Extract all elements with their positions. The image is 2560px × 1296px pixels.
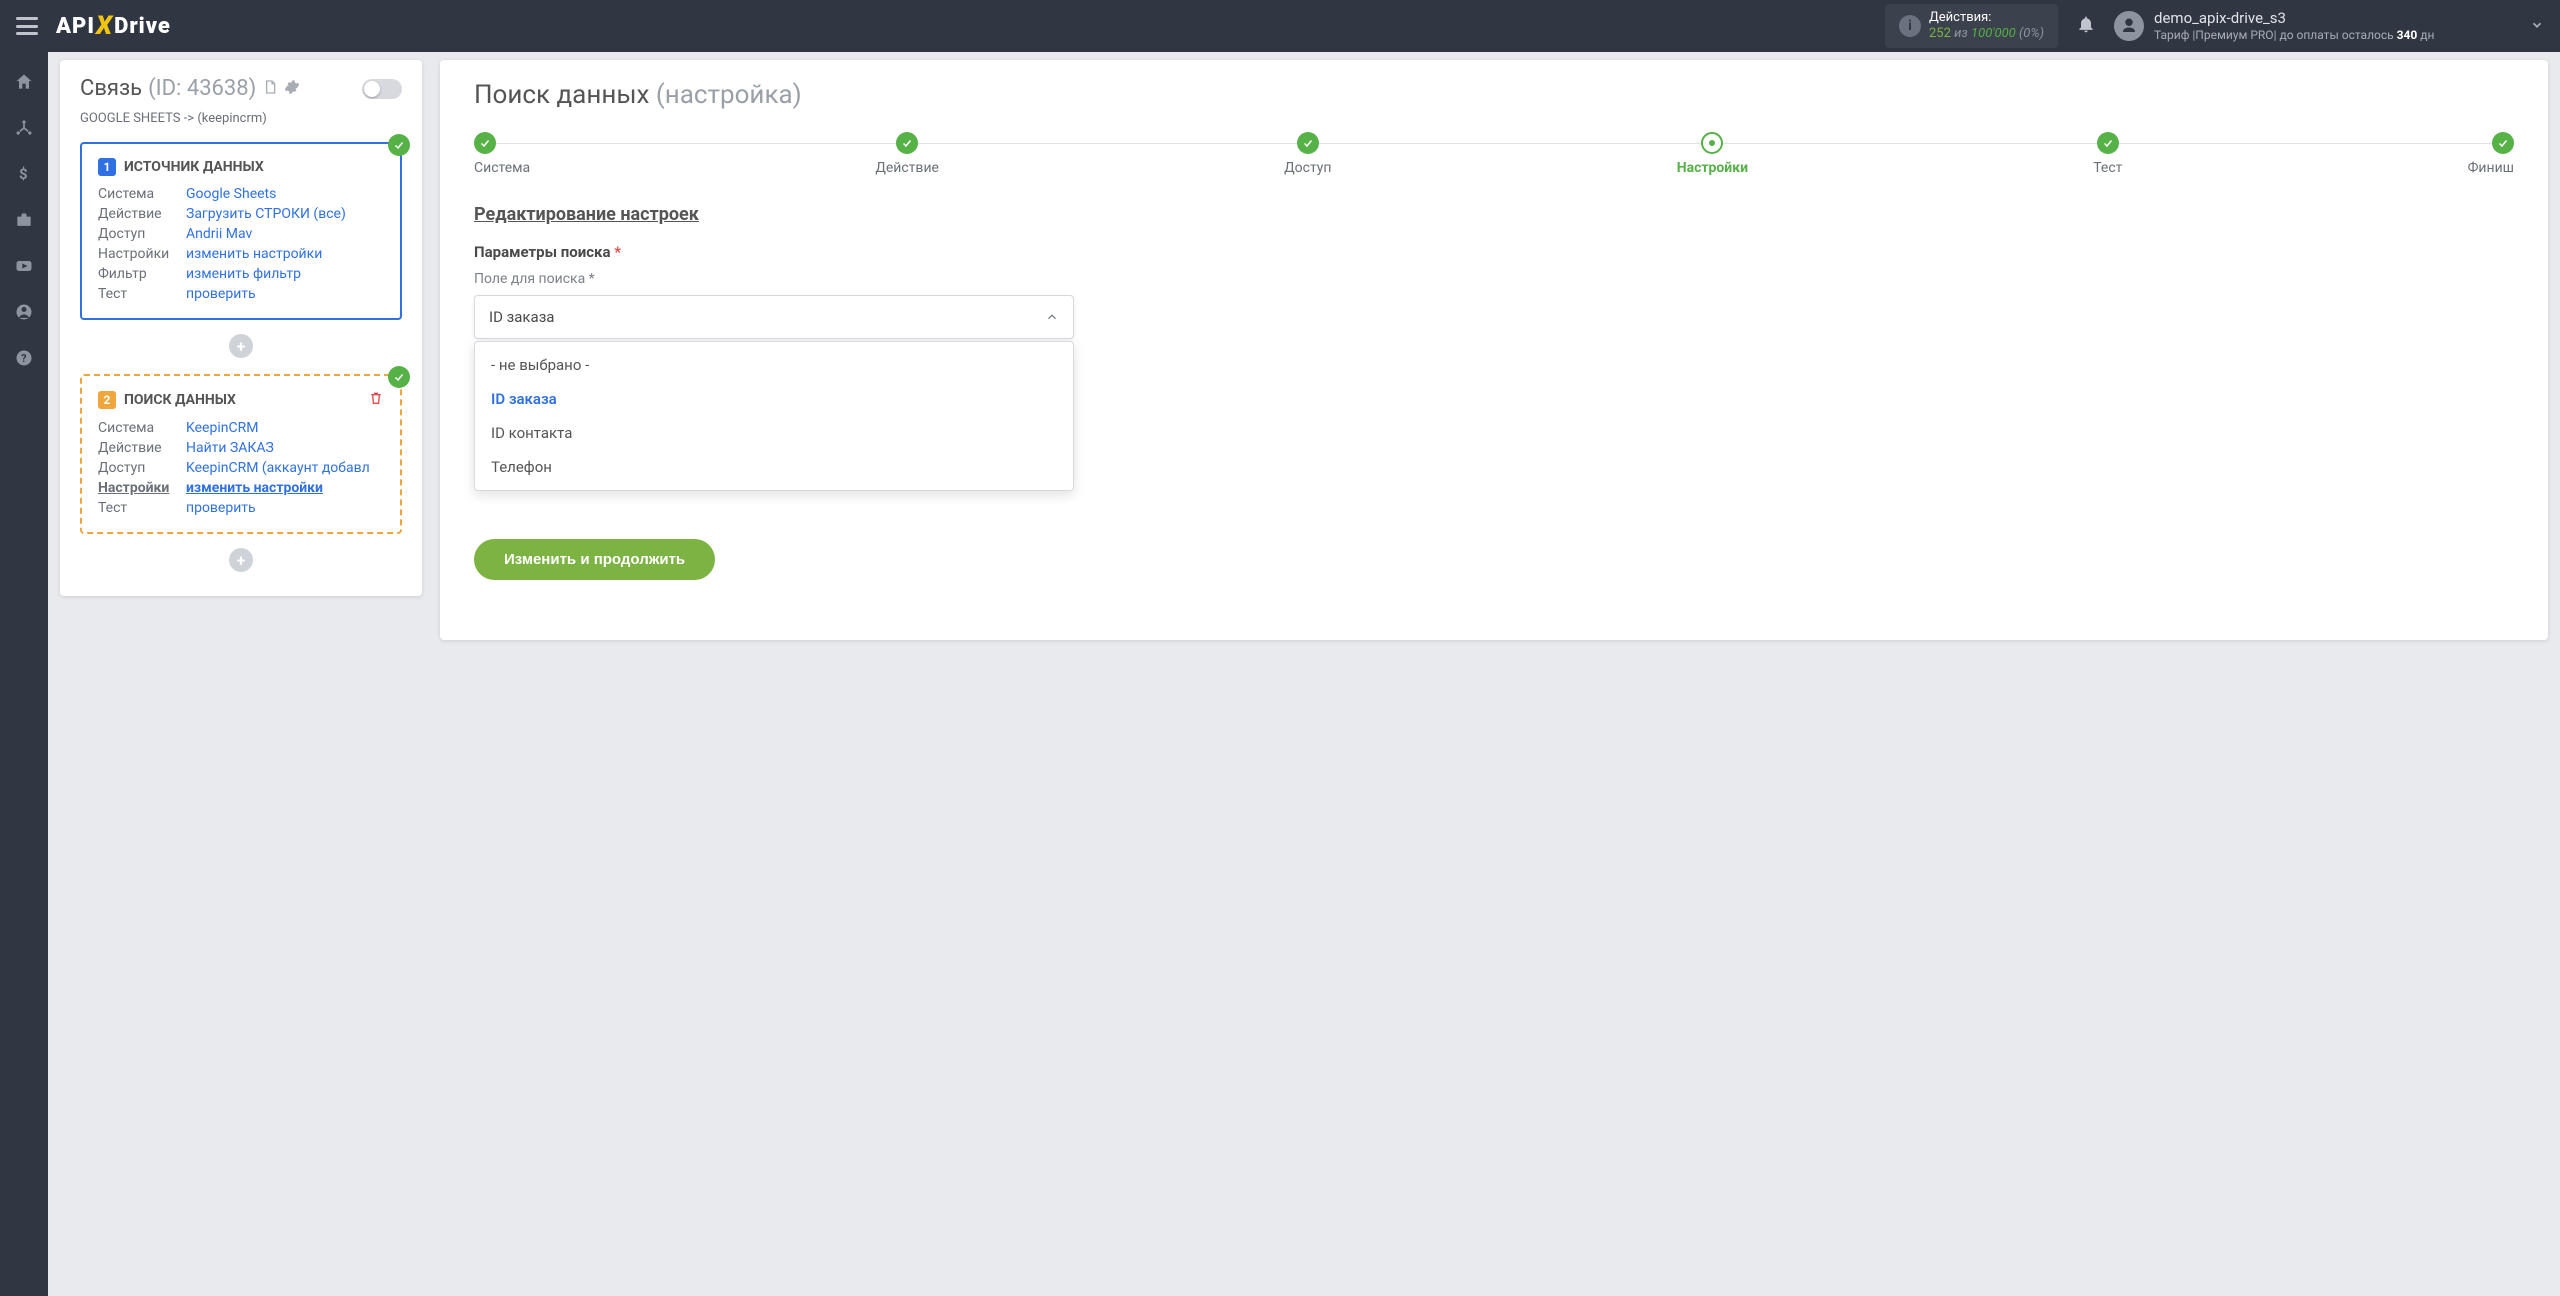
user-name: demo_apix-drive_s3 — [2154, 9, 2434, 28]
panel-number: 1 — [98, 158, 116, 176]
nav-help-icon[interactable]: ? — [10, 344, 38, 372]
row-label: Настройки — [98, 480, 186, 496]
step-system[interactable]: Система — [474, 132, 530, 176]
sidenav: $ ? — [0, 52, 48, 1296]
gear-icon[interactable] — [284, 76, 300, 101]
row-label: Система — [98, 186, 186, 202]
actions-count: 252 — [1929, 26, 1951, 41]
panel-title: ИСТОЧНИК ДАННЫХ — [124, 159, 264, 175]
select-dropdown: - не выбрано - ID заказа ID контакта Тел… — [474, 341, 1074, 491]
nav-connections-icon[interactable] — [10, 114, 38, 142]
row-value-link[interactable]: Найти ЗАКАЗ — [186, 440, 384, 456]
row-value-link[interactable]: проверить — [186, 500, 384, 516]
row-value-link[interactable]: KeepinCRM — [186, 420, 384, 436]
row-label: Действие — [98, 206, 186, 222]
nav-briefcase-icon[interactable] — [10, 206, 38, 234]
avatar-icon — [2114, 11, 2144, 41]
connection-path: GOOGLE SHEETS -> (keepincrm) — [80, 111, 402, 126]
source-panel[interactable]: 1 ИСТОЧНИК ДАННЫХ СистемаGoogle Sheets Д… — [80, 142, 402, 320]
step-action[interactable]: Действие — [875, 132, 939, 176]
select-option[interactable]: - не выбрано - — [475, 348, 1073, 382]
svg-text:?: ? — [21, 352, 26, 365]
logo-text-right: Drive — [114, 14, 171, 39]
row-label: Тест — [98, 500, 186, 516]
logo-x-icon: X — [96, 11, 113, 41]
connection-toggle[interactable] — [362, 79, 402, 99]
row-value-link[interactable]: изменить настройки — [186, 246, 384, 262]
connection-title: Связь — [80, 76, 142, 101]
step-finish[interactable]: Финиш — [2468, 132, 2514, 176]
row-label: Фильтр — [98, 266, 186, 282]
row-value-link[interactable]: проверить — [186, 286, 384, 302]
step-access[interactable]: Доступ — [1284, 132, 1331, 176]
doc-icon[interactable] — [262, 76, 278, 101]
logo-text-left: API — [56, 14, 95, 39]
row-value-link[interactable]: KeepinCRM (аккаунт добавл — [186, 460, 384, 476]
step-settings[interactable]: Настройки — [1677, 132, 1748, 176]
nav-profile-icon[interactable] — [10, 298, 38, 326]
row-value-link[interactable]: Google Sheets — [186, 186, 384, 202]
nav-home-icon[interactable] — [10, 68, 38, 96]
logo[interactable]: APIXDrive — [56, 11, 171, 41]
row-label: Система — [98, 420, 186, 436]
row-value-link[interactable]: Andrii Mav — [186, 226, 384, 242]
chevron-up-icon — [1045, 310, 1059, 324]
nav-video-icon[interactable] — [10, 252, 38, 280]
select-value: ID заказа — [489, 308, 554, 326]
menu-toggle[interactable] — [16, 17, 38, 35]
actions-counter[interactable]: i Действия: 252 из 100'000 (0%) — [1885, 4, 2058, 47]
wizard-steps: Система Действие Доступ Настройки Тест Ф… — [474, 132, 2514, 176]
search-field-select[interactable]: ID заказа - не выбрано - ID заказа ID ко… — [474, 295, 1074, 339]
row-label: Настройки — [98, 246, 186, 262]
row-label: Доступ — [98, 226, 186, 242]
required-mark: * — [614, 243, 621, 261]
connection-sidebar: Связь (ID: 43638) GOOGLE SHEETS -> (keep… — [60, 60, 422, 596]
user-menu[interactable]: demo_apix-drive_s3 Тариф |Премиум PRO| д… — [2114, 9, 2434, 43]
field-label: Поле для поиска * — [474, 271, 2514, 287]
section-heading: Редактирование настроек — [474, 204, 2514, 225]
tariff-text: Тариф |Премиум PRO| до оплаты осталось — [2154, 28, 2397, 42]
bell-icon[interactable] — [2076, 14, 2096, 38]
check-icon — [388, 366, 410, 388]
page-subtitle: (настройка) — [656, 80, 802, 110]
actions-total: 100'000 — [1971, 26, 2016, 41]
row-value-link[interactable]: изменить настройки — [186, 480, 384, 496]
row-label: Тест — [98, 286, 186, 302]
tariff-suffix: дн — [2417, 28, 2434, 42]
select-option[interactable]: ID заказа — [475, 382, 1073, 416]
svg-text:$: $ — [19, 165, 28, 183]
row-label: Доступ — [98, 460, 186, 476]
row-value-link[interactable]: Загрузить СТРОКИ (все) — [186, 206, 384, 222]
search-panel[interactable]: 2 ПОИСК ДАННЫХ СистемаKeepinCRM Действие… — [80, 374, 402, 534]
row-value-link[interactable]: изменить фильтр — [186, 266, 384, 282]
connection-id: (ID: 43638) — [148, 76, 256, 101]
submit-button[interactable]: Изменить и продолжить — [474, 539, 715, 580]
check-icon — [388, 134, 410, 156]
add-step-button[interactable]: + — [229, 548, 253, 572]
chevron-down-icon[interactable] — [2530, 17, 2544, 36]
row-label: Действие — [98, 440, 186, 456]
step-test[interactable]: Тест — [2093, 132, 2122, 176]
panel-number: 2 — [98, 391, 116, 409]
panel-title: ПОИСК ДАННЫХ — [124, 392, 236, 408]
main-panel: Поиск данных (настройка) Система Действи… — [440, 60, 2548, 640]
add-step-button[interactable]: + — [229, 334, 253, 358]
page-title: Поиск данных — [474, 80, 649, 110]
select-option[interactable]: ID контакта — [475, 416, 1073, 450]
info-icon: i — [1899, 15, 1921, 37]
actions-label: Действия: — [1929, 10, 2044, 26]
params-label: Параметры поиска — [474, 243, 611, 261]
tariff-days: 340 — [2397, 28, 2418, 42]
nav-billing-icon[interactable]: $ — [10, 160, 38, 188]
actions-pct: (0%) — [2019, 26, 2044, 41]
select-option[interactable]: Телефон — [475, 450, 1073, 484]
actions-of: из — [1954, 26, 1968, 41]
trash-icon[interactable] — [368, 390, 384, 410]
